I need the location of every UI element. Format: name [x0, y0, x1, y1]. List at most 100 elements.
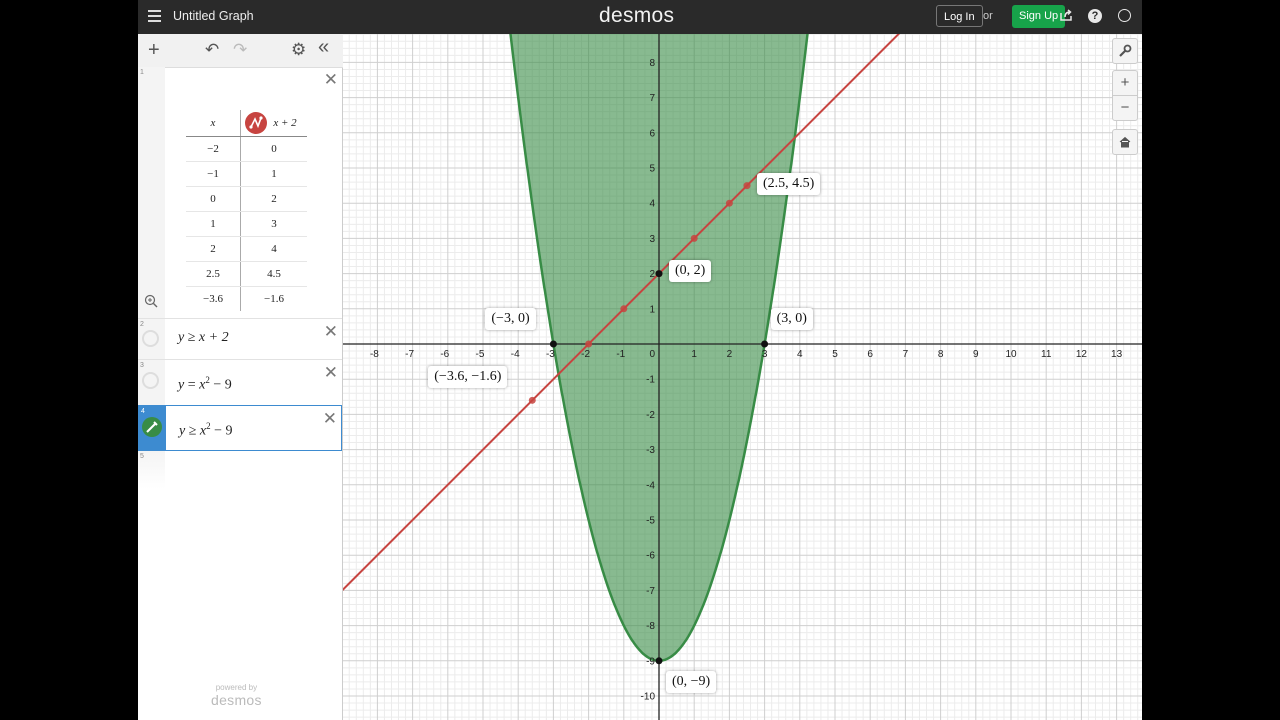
value-table: x x + 2 −2 0 −1 1 02 13 24 2.5 4.5 −3.6 −1.6 [186, 110, 307, 311]
graph-title[interactable]: Untitled Graph [173, 9, 254, 23]
table-row: 2.5 4.5 [186, 261, 307, 287]
top-bar: Untitled Graph desmos Log In or Sign Up … [138, 0, 1142, 34]
powered-by-logo: desmos [211, 692, 262, 708]
data-point[interactable] [690, 234, 698, 242]
y-tick-label: 4 [649, 199, 655, 210]
login-button[interactable]: Log In [936, 5, 983, 27]
table-cell: 0 [240, 136, 307, 162]
data-point[interactable] [620, 305, 628, 313]
table-cell: 4.5 [240, 261, 307, 287]
x-tick-label: 7 [903, 349, 909, 360]
undo-button[interactable]: ↶ [205, 40, 219, 60]
table-row: 02 [186, 186, 307, 212]
table-cell[interactable]: −1 [186, 161, 241, 187]
help-icon[interactable]: ? [1088, 9, 1102, 23]
table-cell[interactable]: 0 [186, 186, 241, 212]
add-expression-button[interactable]: + [148, 40, 160, 60]
expression-gutter: 4 [139, 406, 166, 450]
wrench-icon[interactable] [1112, 38, 1138, 64]
delete-expression-icon[interactable]: ✕ [323, 409, 337, 429]
zoom-fit-icon[interactable] [144, 294, 159, 309]
origin-label: 0 [649, 349, 655, 360]
expression-index: 3 [140, 362, 144, 369]
expression-row[interactable]: 3 ✕ y = x2 − 9 [138, 360, 342, 406]
table-row: 13 [186, 211, 307, 237]
x-tick-label: -3 [546, 349, 555, 360]
table-cell[interactable]: −3.6 [186, 286, 241, 311]
key-point[interactable] [549, 340, 557, 348]
key-point[interactable] [655, 270, 663, 278]
table-cell[interactable]: 1 [186, 211, 241, 237]
delete-expression-icon[interactable]: ✕ [324, 70, 338, 90]
y-tick-label: 8 [649, 58, 655, 69]
y-tick-label: 1 [649, 304, 655, 315]
menu-icon[interactable] [148, 10, 161, 23]
hidden-toggle-icon[interactable] [142, 330, 159, 347]
x-tick-label: -1 [616, 349, 625, 360]
color-style-icon[interactable] [142, 417, 162, 437]
expression-index: 1 [140, 69, 144, 76]
point-coordinate-label: (0, −9) [666, 670, 717, 693]
key-point[interactable] [761, 340, 769, 348]
delete-expression-icon[interactable]: ✕ [324, 363, 338, 383]
y-tick-label: -6 [646, 551, 655, 562]
x-tick-label: 5 [832, 349, 838, 360]
point-coordinate-label: (3, 0) [770, 308, 813, 330]
table-cell: −1.6 [264, 293, 284, 305]
points-style-icon[interactable] [245, 112, 267, 134]
globe-icon[interactable] [1118, 9, 1131, 22]
expression-toolbar: + ↶ ↷ ⚙ « [138, 34, 343, 68]
point-coordinate-label: (2.5, 4.5) [757, 172, 821, 195]
collapse-panel-button[interactable]: « [318, 37, 329, 57]
data-point[interactable] [725, 199, 733, 207]
expression-gutter: 1 [138, 67, 165, 318]
table-cell[interactable]: 2.5 [186, 261, 241, 287]
y-tick-label: -4 [646, 480, 655, 491]
expression-gutter: 5 [138, 451, 165, 489]
settings-icon[interactable]: ⚙ [291, 40, 306, 60]
expression-math[interactable]: y ≥ x + 2 [178, 330, 229, 346]
desmos-logo: desmos [599, 4, 675, 27]
empty-expression-row[interactable]: 5 [138, 451, 342, 489]
expression-row-selected[interactable]: 4 ✕ y ≥ x2 − 9 [138, 405, 342, 451]
expression-row[interactable]: 2 ✕ y ≥ x + 2 [138, 319, 342, 360]
column-header[interactable]: x [186, 110, 241, 137]
powered-by-text: powered by [215, 683, 258, 692]
y-tick-label: -7 [646, 586, 655, 597]
point-coordinate-label: (0, 2) [669, 259, 712, 282]
table-cell[interactable]: −2 [186, 136, 241, 162]
key-point[interactable] [655, 657, 663, 665]
hidden-toggle-icon[interactable] [142, 372, 159, 389]
x-tick-label: -5 [476, 349, 485, 360]
data-point[interactable] [585, 340, 593, 348]
powered-by-desmos: powered by desmos [211, 683, 262, 708]
expression-math[interactable]: y = x2 − 9 [178, 375, 232, 394]
x-tick-label: 11 [1041, 349, 1052, 360]
y-tick-label: -9 [646, 656, 655, 667]
y-tick-label: 3 [649, 234, 655, 245]
column-header[interactable]: x + 2 [240, 110, 307, 137]
x-tick-label: 2 [727, 349, 733, 360]
y-tick-label: -2 [646, 410, 655, 421]
data-point[interactable] [528, 396, 536, 404]
delete-expression-icon[interactable]: ✕ [324, 322, 338, 342]
redo-button[interactable]: ↷ [233, 40, 247, 60]
expression-gutter: 3 [138, 360, 165, 405]
x-tick-label: 1 [691, 349, 697, 360]
zoom-out-button[interactable]: − [1112, 95, 1138, 121]
home-icon[interactable] [1112, 129, 1138, 155]
expression-math[interactable]: y ≥ x2 − 9 [179, 421, 233, 440]
data-point[interactable] [743, 182, 751, 190]
table-cell[interactable]: 2 [186, 236, 241, 262]
table-expression[interactable]: 1 ✕ x x + 2 −2 0 −1 1 0 2 1 3 2 4 2.5 4.… [138, 67, 342, 319]
table-cell: 3 [240, 211, 307, 237]
x-tick-label: -8 [370, 349, 379, 360]
desmos-app: Untitled Graph desmos Log In or Sign Up … [138, 0, 1142, 720]
expression-index: 4 [141, 408, 145, 415]
expression-index: 5 [140, 453, 144, 460]
table-row: 24 [186, 236, 307, 262]
x-tick-label: 10 [1005, 349, 1017, 360]
share-icon[interactable] [1058, 8, 1074, 24]
table-cell: 1 [240, 161, 307, 187]
zoom-in-button[interactable]: + [1112, 70, 1138, 96]
